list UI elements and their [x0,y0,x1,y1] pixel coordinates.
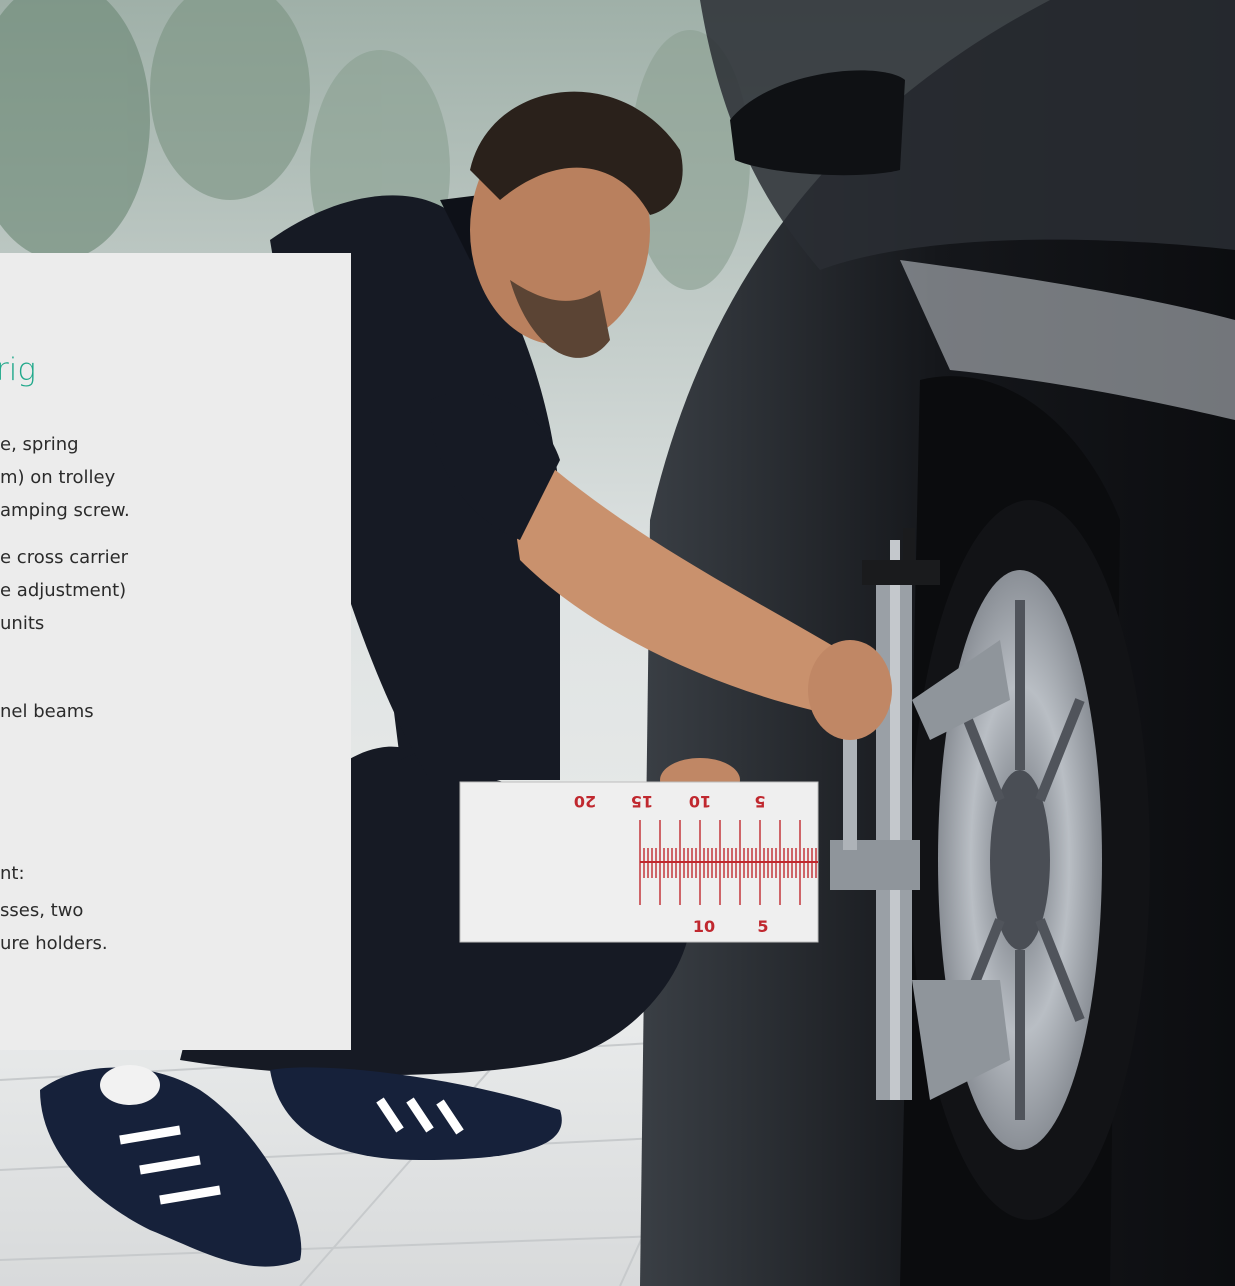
panel-text-line: sses, two [0,900,84,921]
panel-text-line: units [0,613,45,634]
panel-title: rig [0,352,36,388]
gauge-scale-bottom-5: 5 [757,917,768,936]
toe-gauge-ruler: 20 15 10 5 10 5 [459,781,819,943]
panel-text-line: nel beams [0,701,94,722]
panel-text-line: amping screw. [0,500,130,521]
photo-stage: 20 15 10 5 10 5 rig e, spring m) on trol… [0,0,1235,1286]
gauge-scale-top-20: 20 [574,792,596,811]
panel-text-line: ure holders. [0,933,108,954]
panel-text-line: e cross carrier [0,547,129,568]
car-wheel [910,500,1150,1220]
gauge-scale-top-10: 10 [689,792,711,811]
gauge-scale-bottom-10: 10 [693,917,715,936]
panel-text-line: nt: [0,863,25,884]
panel-text-line: m) on trolley [0,467,116,488]
gauge-scale-top-15: 15 [631,792,653,811]
info-panel [0,253,351,1050]
panel-text-line: e, spring [0,434,79,455]
gauge-scale-top-5: 5 [754,792,765,811]
panel-text-line: e adjustment) [0,580,127,601]
